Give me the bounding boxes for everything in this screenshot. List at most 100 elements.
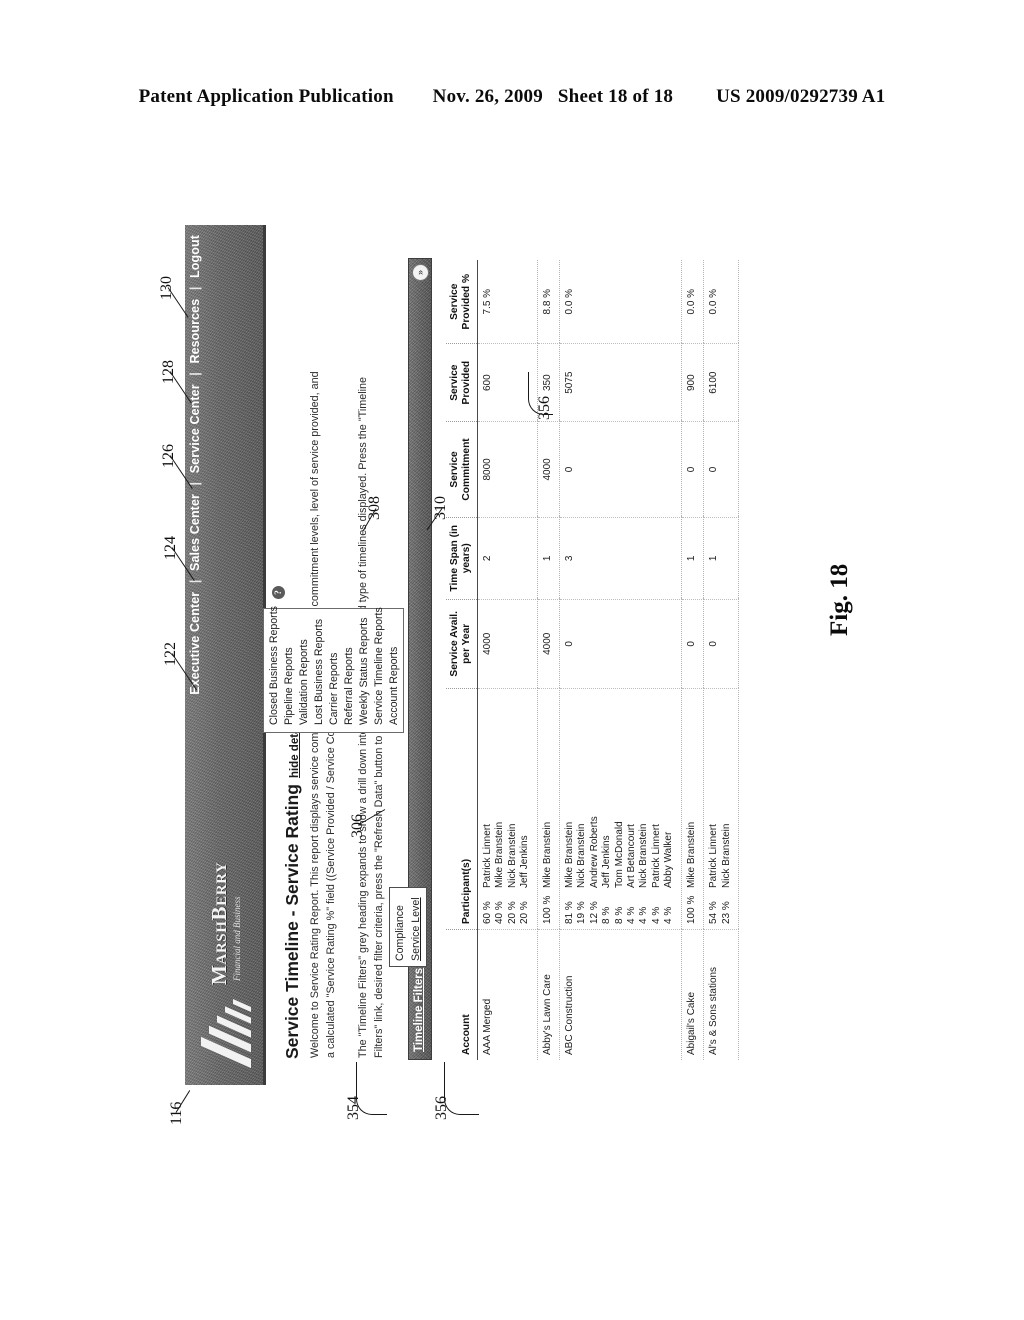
menu-item-account-reports[interactable]: Account Reports bbox=[386, 609, 401, 732]
leader-curve bbox=[356, 1062, 387, 1115]
nav-item-sales-center[interactable]: Sales Center bbox=[188, 494, 202, 571]
publication-label: Patent Application Publication bbox=[138, 86, 394, 107]
list-item: 23 %Nick Branstein bbox=[720, 823, 732, 924]
sheet-number: Sheet 18 of 18 bbox=[557, 86, 674, 107]
cell-participants: 100 %Mike Branstein bbox=[537, 688, 560, 930]
list-item: 81 %Mike Branstein bbox=[564, 821, 576, 924]
cell-service-commitment: 0 bbox=[681, 421, 704, 518]
table-row[interactable]: ABC Construction 81 %Mike Branstein 19 %… bbox=[559, 260, 682, 1060]
patent-number: US 2009/0292739 A1 bbox=[716, 86, 886, 107]
list-item: 40 %Mike Branstein bbox=[494, 821, 506, 924]
list-item: 19 %Nick Branstein bbox=[576, 823, 588, 924]
list-item: 54 %Patrick Linnert bbox=[708, 824, 720, 924]
table-row[interactable]: Al's & Sons stations 54 %Patrick Linnert… bbox=[703, 260, 739, 1060]
cell-participants: 60 %Patrick Linnert 40 %Mike Branstein 2… bbox=[477, 688, 538, 930]
cell-service-avail: 0 bbox=[559, 599, 682, 689]
page-title: Service Timeline - Service Ratinghide de… bbox=[282, 705, 303, 1059]
menu-item-referral-reports[interactable]: Referral Reports bbox=[341, 609, 356, 732]
column-header-account[interactable]: Account bbox=[446, 929, 478, 1060]
timeline-filters-label[interactable]: Timeline Filters bbox=[413, 968, 425, 1052]
cell-service-provided-pct: 0.0 % bbox=[559, 260, 682, 344]
cell-time-span: 2 bbox=[477, 517, 538, 600]
nav-item-logout[interactable]: Logout bbox=[188, 235, 202, 278]
column-header-participants[interactable]: Participant(s) bbox=[446, 688, 478, 930]
column-header-service-provided-pct[interactable]: Service Provided % bbox=[446, 260, 478, 344]
cell-participants: 100 %Mike Branstein bbox=[681, 688, 704, 930]
menu-item-weekly-status-reports[interactable]: Weekly Status Reports bbox=[356, 609, 371, 732]
brand-tagline: Financial and Business bbox=[232, 896, 242, 982]
cell-account: ABC Construction bbox=[559, 929, 682, 1060]
chevron-right-icon[interactable]: » bbox=[412, 264, 429, 281]
column-header-service-avail[interactable]: Service Avail. per Year bbox=[446, 599, 478, 689]
service-rating-table: Account Participant(s) Service Avail. pe… bbox=[446, 260, 739, 1060]
cell-service-provided: 900 bbox=[681, 343, 704, 422]
list-item: 4 %Patrick Linnert bbox=[650, 824, 662, 924]
cell-service-provided: 5075 bbox=[559, 343, 682, 422]
column-header-time-span[interactable]: Time Span (in years) bbox=[446, 517, 478, 600]
reports-dropdown-menu[interactable]: Closed Business Reports Pipeline Reports… bbox=[263, 606, 404, 733]
service-timeline-submenu[interactable]: Compliance Service Level bbox=[389, 887, 427, 967]
brand-name: MarshBerry bbox=[207, 861, 231, 985]
menu-item-closed-business-reports[interactable]: Closed Business Reports bbox=[266, 606, 281, 732]
table-header-row: Account Participant(s) Service Avail. pe… bbox=[446, 260, 478, 1060]
patent-page-header: Patent Application Publication Nov. 26, … bbox=[0, 86, 1024, 108]
list-item: 100 %Mike Branstein bbox=[541, 821, 553, 924]
cell-service-provided-pct: 0.0 % bbox=[703, 260, 739, 344]
cell-service-provided-pct: 8.8 % bbox=[537, 260, 560, 344]
list-item: 20 %Nick Branstein bbox=[506, 823, 518, 924]
cell-service-avail: 4000 bbox=[537, 599, 560, 689]
publication-date: Nov. 26, 2009 bbox=[432, 86, 543, 107]
list-item: 20 %Jeff Jenkins bbox=[519, 835, 531, 924]
cell-account: Al's & Sons stations bbox=[703, 929, 739, 1060]
participant-list: 100 %Mike Branstein bbox=[686, 694, 698, 924]
menu-item-carrier-reports[interactable]: Carrier Reports bbox=[326, 609, 341, 732]
cell-service-commitment: 0 bbox=[559, 421, 682, 518]
list-item: 60 %Patrick Linnert bbox=[482, 824, 493, 924]
cell-account: Abby's Lawn Care bbox=[537, 929, 560, 1060]
menu-item-lost-business-reports[interactable]: Lost Business Reports bbox=[311, 609, 326, 732]
cell-service-commitment: 0 bbox=[703, 421, 739, 518]
brand-logo[interactable]: MarshBerry Financial and Business bbox=[193, 809, 257, 1069]
cell-time-span: 1 bbox=[681, 517, 704, 600]
marshberry-mark-icon bbox=[197, 989, 255, 1069]
list-item: 4 %Nick Branstein bbox=[638, 823, 650, 924]
cell-service-provided-pct: 7.5 % bbox=[477, 260, 538, 344]
menu-item-pipeline-reports[interactable]: Pipeline Reports bbox=[281, 609, 296, 732]
page-title-text: Service Timeline - Service Rating bbox=[282, 784, 302, 1059]
reference-numeral-116: 116 bbox=[168, 1101, 185, 1125]
cell-service-avail: 0 bbox=[703, 599, 739, 689]
list-item: 4 %Abby Walker bbox=[663, 831, 675, 924]
list-item: 8 %Tom McDonald bbox=[613, 821, 625, 924]
participant-list: 54 %Patrick Linnert 23 %Nick Branstein bbox=[708, 694, 733, 924]
reference-numeral-306: 306 bbox=[349, 814, 366, 838]
cell-service-commitment: 8000 bbox=[477, 421, 538, 518]
cell-participants: 54 %Patrick Linnert 23 %Nick Branstein bbox=[703, 688, 739, 930]
page-content: Service Timeline - Service Ratinghide de… bbox=[263, 225, 775, 1085]
nav-separator: | bbox=[188, 286, 202, 291]
column-header-service-provided[interactable]: Service Provided bbox=[446, 343, 478, 422]
cell-participants: 81 %Mike Branstein 19 %Nick Branstein 12… bbox=[559, 688, 682, 930]
menu-item-validation-reports[interactable]: Validation Reports bbox=[296, 609, 311, 732]
nav-item-resources[interactable]: Resources bbox=[188, 299, 202, 364]
list-item: 12 %Andrew Roberts bbox=[588, 816, 600, 924]
cell-time-span: 1 bbox=[537, 517, 560, 600]
cell-account: AAA Merged bbox=[477, 929, 538, 1060]
cell-service-commitment: 4000 bbox=[537, 421, 560, 518]
help-icon[interactable]: ? bbox=[272, 586, 285, 599]
submenu-item-compliance[interactable]: Compliance bbox=[392, 888, 408, 966]
list-item: 4 %Art Betancourt bbox=[626, 824, 638, 924]
cell-service-avail: 0 bbox=[681, 599, 704, 689]
nav-item-service-center[interactable]: Service Center bbox=[188, 384, 202, 473]
table-row[interactable]: Abigail's Cake 100 %Mike Branstein 0 1 0… bbox=[681, 260, 704, 1060]
menu-item-service-timeline-reports[interactable]: Service Timeline Reports bbox=[371, 607, 386, 732]
figure-label: Fig. 18 bbox=[826, 563, 853, 636]
cell-account: Abigail's Cake bbox=[681, 929, 704, 1060]
cell-service-avail: 4000 bbox=[477, 599, 538, 689]
cell-service-provided: 6100 bbox=[703, 343, 739, 422]
column-header-service-commitment[interactable]: Service Commitment bbox=[446, 421, 478, 518]
rotated-screenshot-stage: MarshBerry Financial and Business Execut… bbox=[185, 225, 775, 1085]
main-navigation: Executive Center | Sales Center | Servic… bbox=[185, 225, 208, 709]
submenu-item-service-level[interactable]: Service Level bbox=[408, 888, 424, 966]
participant-list: 100 %Mike Branstein bbox=[542, 694, 554, 924]
list-item: 8 %Jeff Jenkins bbox=[601, 835, 613, 924]
